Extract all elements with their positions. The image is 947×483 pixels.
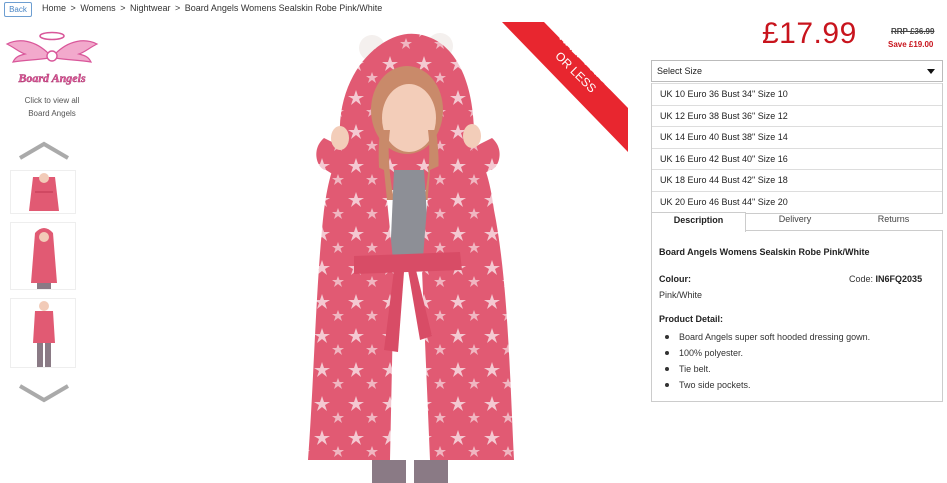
size-option-18[interactable]: UK 18 Euro 44 Bust 42" Size 18 xyxy=(652,169,942,191)
breadcrumb-separator: > xyxy=(120,3,126,13)
size-select[interactable]: Select Size xyxy=(651,60,943,82)
save-amount: Save £19.00 xyxy=(888,40,934,49)
back-button[interactable]: Back xyxy=(4,2,32,17)
rrp-price: RRP £36.99 xyxy=(891,27,935,36)
size-option-16[interactable]: UK 16 Euro 42 Bust 40" Size 16 xyxy=(652,147,942,170)
half-price-banner: HALF PRICE OR LESS xyxy=(502,22,628,152)
product-detail-list: Board Angels super soft hooded dressing … xyxy=(665,329,870,393)
board-angels-logo: Board Angels xyxy=(5,31,99,85)
detail-item: Two side pockets. xyxy=(665,377,870,393)
size-option-12[interactable]: UK 12 Euro 38 Bust 36" Size 12 xyxy=(652,104,942,127)
thumbnail-full[interactable] xyxy=(10,298,76,368)
size-option-14[interactable]: UK 14 Euro 40 Bust 38" Size 14 xyxy=(652,126,942,148)
description-title: Board Angels Womens Sealskin Robe Pink/W… xyxy=(659,247,870,257)
breadcrumb-home[interactable]: Home xyxy=(42,3,66,13)
tab-returns[interactable]: Returns xyxy=(844,212,943,232)
tab-delivery[interactable]: Delivery xyxy=(746,212,844,232)
product-tabs: Description Delivery Returns xyxy=(651,212,943,232)
thumbnail-side[interactable] xyxy=(10,222,76,290)
colour-value: Pink/White xyxy=(659,290,703,300)
brand-link[interactable]: Board Angels Click to view all Board Ang… xyxy=(4,30,100,120)
product-detail-label: Product Detail: xyxy=(659,314,724,324)
brand-caption: Click to view all Board Angels xyxy=(24,96,80,118)
product-code: Code: IN6FQ2035 xyxy=(849,274,923,284)
colour-label: Colour: xyxy=(659,274,691,284)
size-dropdown-list: UK 10 Euro 36 Bust 34" Size 10 UK 12 Eur… xyxy=(651,83,943,214)
thumbnail-front[interactable] xyxy=(10,170,76,214)
breadcrumb-womens[interactable]: Womens xyxy=(80,3,115,13)
size-option-20[interactable]: UK 20 Euro 46 Bust 44" Size 20 xyxy=(652,190,942,213)
chevron-down-icon[interactable] xyxy=(18,384,70,404)
caret-down-icon xyxy=(927,69,935,74)
breadcrumb-separator: > xyxy=(175,3,181,13)
tab-description[interactable]: Description xyxy=(651,212,746,232)
size-option-10[interactable]: UK 10 Euro 36 Bust 34" Size 10 xyxy=(652,83,942,105)
breadcrumb: Home > Womens > Nightwear > Board Angels… xyxy=(42,3,382,13)
detail-item: Tie belt. xyxy=(665,361,870,377)
detail-item: Board Angels super soft hooded dressing … xyxy=(665,329,870,345)
breadcrumb-separator: > xyxy=(70,3,76,13)
breadcrumb-current: Board Angels Womens Sealskin Robe Pink/W… xyxy=(184,3,383,13)
breadcrumb-nightwear[interactable]: Nightwear xyxy=(130,3,171,13)
chevron-up-icon[interactable] xyxy=(18,140,70,160)
size-select-placeholder: Select Size xyxy=(657,66,703,76)
logo-lettering: Board Angels xyxy=(17,71,86,85)
detail-item: 100% polyester. xyxy=(665,345,870,361)
price: £17.99 xyxy=(762,17,857,50)
